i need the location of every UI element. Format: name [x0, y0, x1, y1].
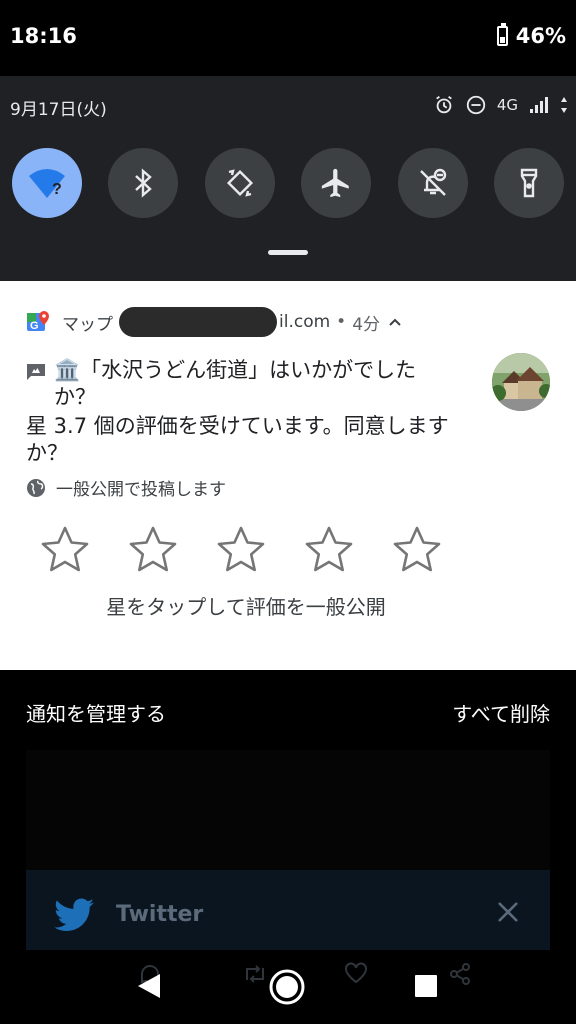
maps-icon: G	[27, 311, 49, 332]
flashlight-icon	[520, 168, 538, 198]
maps-notification[interactable]: G マップ il.com • 4分 🏛️「水沢うどん街道」はいかがでしたか？ 星…	[0, 281, 576, 670]
star-1-icon[interactable]	[40, 525, 90, 575]
battery-percent: 46%	[515, 24, 566, 48]
title-text: 🏛️「水沢うどん街道」はいかがでしたか？	[54, 358, 417, 409]
svg-text:G: G	[30, 320, 39, 332]
battery-indicator: 46%	[496, 23, 566, 48]
bluetooth-icon	[135, 168, 152, 198]
drag-handle[interactable]	[268, 250, 308, 255]
app-name: マップ	[62, 314, 113, 335]
svg-text:?: ?	[52, 181, 62, 198]
globe-icon	[27, 478, 45, 497]
rating-stars	[40, 525, 460, 581]
notification-title: 🏛️「水沢うどん街道」はいかがでしたか？	[54, 357, 454, 411]
notifications-off-icon	[420, 168, 447, 196]
tile-auto-rotate[interactable]	[205, 148, 275, 218]
header-separator: •	[336, 312, 347, 332]
manage-notifications-button[interactable]: 通知を管理する	[26, 698, 166, 727]
chevron-up-icon[interactable]	[388, 317, 402, 327]
time-ago: 4分	[352, 314, 381, 335]
wifi-icon: ?	[29, 169, 65, 198]
back-button[interactable]	[136, 972, 162, 1000]
data-arrows-icon	[561, 97, 567, 113]
battery-icon	[496, 23, 508, 46]
status-bar: 18:16 46%	[0, 0, 576, 76]
tile-flashlight[interactable]	[494, 148, 564, 218]
background-card	[26, 750, 550, 870]
clear-all-button[interactable]: すべて削除	[452, 698, 550, 727]
home-button[interactable]	[268, 968, 306, 1006]
twitter-bird-icon	[54, 898, 94, 931]
airplane-icon	[321, 168, 349, 198]
quick-tiles: ?	[12, 148, 564, 218]
status-icons: 4G	[433, 94, 568, 116]
star-2-icon[interactable]	[128, 525, 178, 575]
star-3-icon[interactable]	[216, 525, 266, 575]
do-not-disturb-icon	[466, 95, 485, 115]
account-email: il.com	[279, 312, 331, 332]
alarm-icon	[435, 95, 452, 114]
like-icon	[345, 962, 367, 984]
tile-bluetooth[interactable]	[108, 148, 178, 218]
notification-footer: 通知を管理する すべて削除	[0, 670, 576, 750]
rating-hint: 星をタップして評価を一般公開	[106, 595, 386, 619]
notification-body: 星 3.7 個の評価を受けています。同意しますか？	[26, 414, 449, 465]
status-time: 18:16	[10, 24, 77, 48]
tile-airplane[interactable]	[301, 148, 371, 218]
share-icon	[450, 963, 470, 985]
audience-label: 一般公開で投稿します	[56, 480, 226, 500]
redacted-email	[119, 307, 277, 337]
twitter-notification[interactable]: Twitter	[26, 870, 550, 960]
recents-button[interactable]	[414, 974, 438, 998]
network-type: 4G	[496, 96, 518, 114]
audience-row: 一般公開で投稿します	[26, 475, 226, 500]
close-icon[interactable]	[496, 900, 520, 924]
twitter-app-name: Twitter	[116, 902, 204, 927]
star-5-icon[interactable]	[392, 525, 442, 575]
date-label[interactable]: 9月17日(火)	[10, 95, 107, 120]
review-icon	[27, 364, 45, 380]
tile-do-not-disturb[interactable]	[398, 148, 468, 218]
notification-header: G マップ il.com • 4分	[26, 307, 402, 337]
place-thumbnail	[492, 353, 550, 411]
star-4-icon[interactable]	[304, 525, 354, 575]
quick-settings-panel: 9月17日(火) 4G ?	[0, 76, 576, 281]
navigation-bar	[0, 950, 576, 1024]
tile-wifi[interactable]: ?	[12, 148, 82, 218]
retweet-icon	[246, 965, 264, 983]
signal-icon	[530, 97, 548, 113]
rotate-icon	[226, 169, 254, 197]
